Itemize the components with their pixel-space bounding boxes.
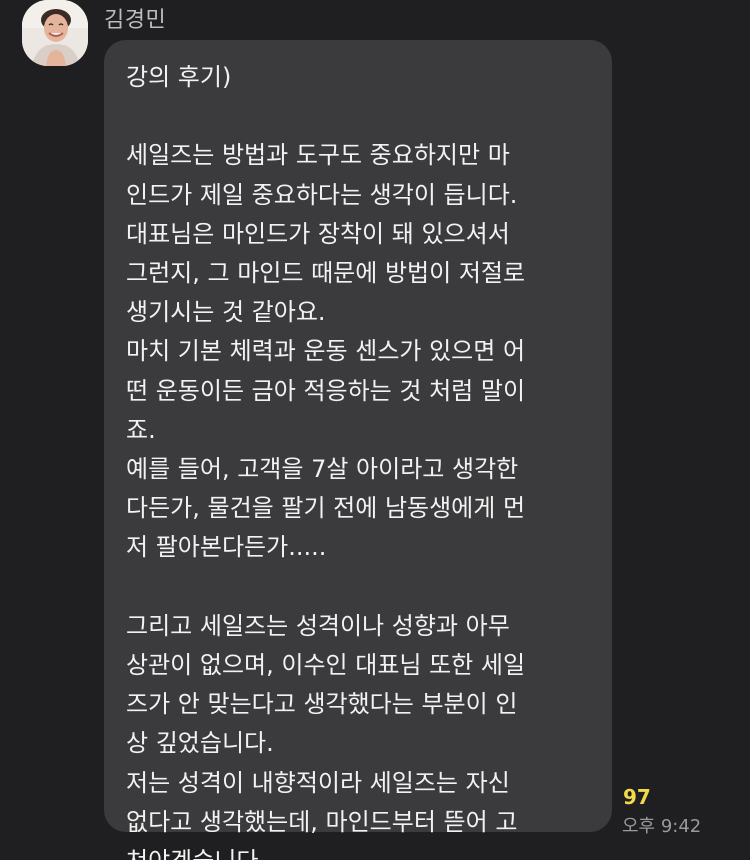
sender-name: 김경민 bbox=[104, 8, 167, 33]
avatar[interactable] bbox=[22, 0, 88, 66]
message-text: 강의 후기) 세일즈는 방법과 도구도 중요하지만 마 인드가 제일 중요하다는… bbox=[126, 63, 526, 860]
message-time: 오후 9:42 bbox=[622, 816, 702, 837]
unread-count: 97 bbox=[623, 785, 651, 809]
chat-view: 김경민 강의 후기) 세일즈는 방법과 도구도 중요하지만 마 인드가 제일 중… bbox=[0, 0, 750, 860]
profile-photo-icon bbox=[22, 0, 88, 66]
